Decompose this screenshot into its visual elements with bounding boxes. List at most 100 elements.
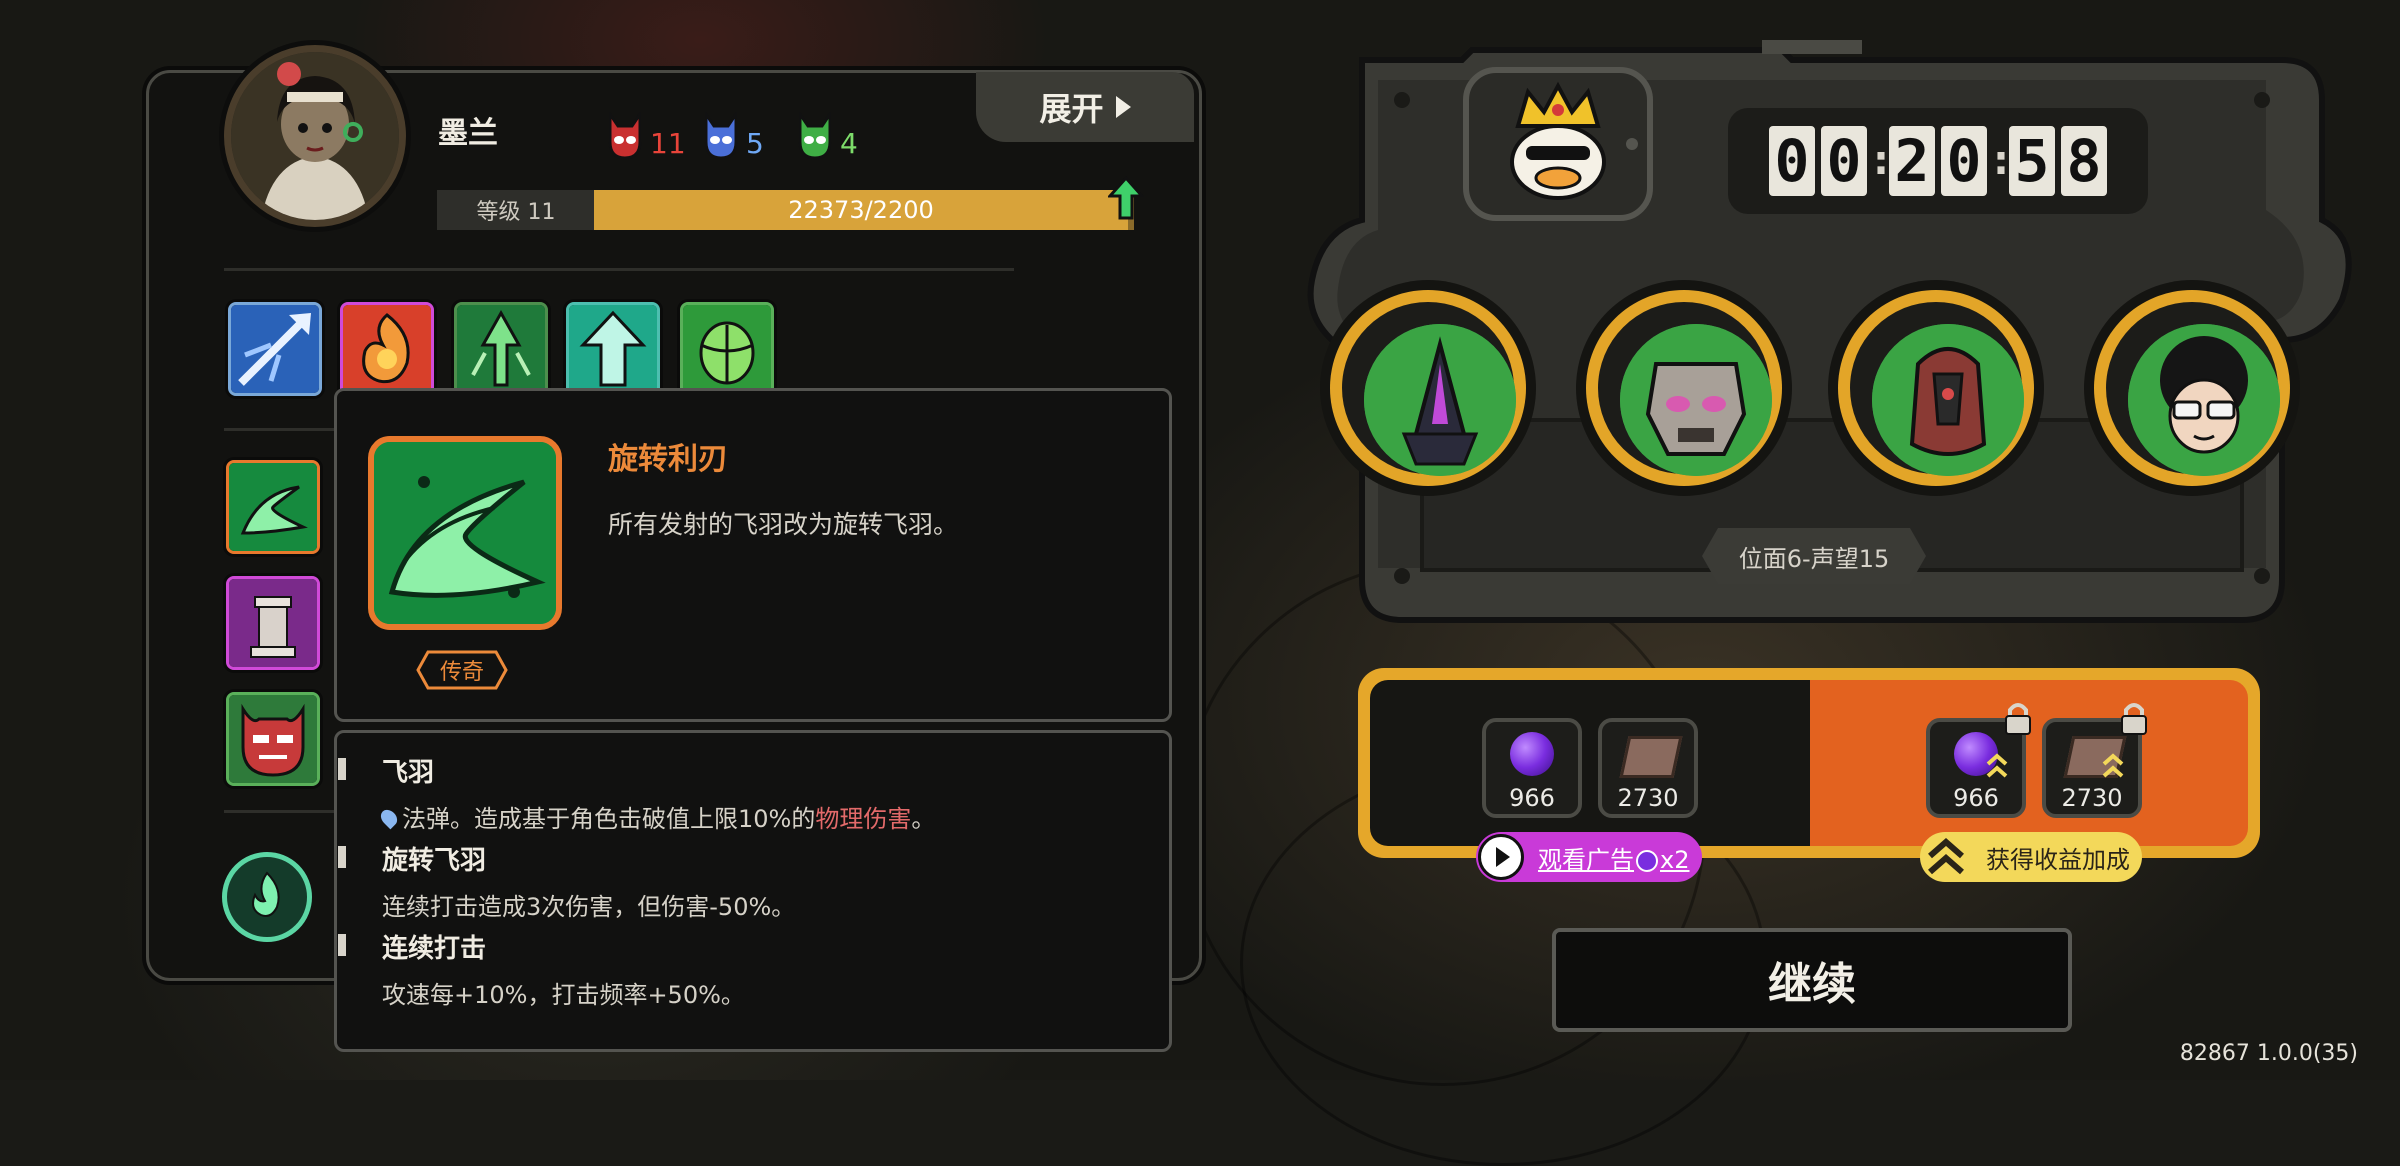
keyword-highlight: 物理伤害 xyxy=(815,805,912,833)
boost-chevron-icon xyxy=(1986,753,2008,778)
green-flame-skill-button[interactable] xyxy=(222,852,312,942)
stat-blue-value: 5 xyxy=(746,127,764,160)
reward-value: 966 xyxy=(1509,784,1555,812)
book-icon xyxy=(1619,736,1683,778)
dark-beak-icon xyxy=(1364,324,1516,476)
skill-slot-tree-arrow[interactable] xyxy=(566,302,660,396)
watch-ad-button[interactable]: 观看广告 x2 xyxy=(1476,832,1702,882)
ice-arrow-icon xyxy=(231,305,319,393)
keyword-marker xyxy=(338,934,346,956)
blue-mask-icon xyxy=(704,112,738,160)
purple-orb-icon xyxy=(1510,732,1554,776)
timer-digit: 0 xyxy=(1941,126,1987,196)
boss-slot-4[interactable] xyxy=(2094,290,2290,486)
skill-slot-green-arrows[interactable] xyxy=(454,302,548,396)
keyword-desc-end: 。 xyxy=(911,805,936,833)
reward-book: 2730 xyxy=(1598,718,1698,818)
keyword-marker xyxy=(338,846,346,868)
stat-red-value: 11 xyxy=(650,127,686,160)
tree-arrow-icon xyxy=(569,305,657,393)
reward-value: 2730 xyxy=(2061,784,2123,812)
base-reward-area xyxy=(1370,680,1810,846)
timer-colon: : xyxy=(1993,138,2009,184)
skill-slot-green-swirl[interactable] xyxy=(226,460,320,554)
boss-slot-3[interactable] xyxy=(1838,290,2034,486)
keyword-combo-hit: 连续打击 攻速每+10%，打击频率+50%。 xyxy=(382,928,745,1010)
level-label: 等级 11 xyxy=(437,190,595,230)
boss-portrait[interactable] xyxy=(1462,66,1654,222)
skill-slot-green-beetle[interactable] xyxy=(680,302,774,396)
spinning-blade-icon xyxy=(374,442,556,624)
tooltip-skill-icon xyxy=(368,436,562,630)
lock-icon xyxy=(2005,703,2031,735)
keyword-feather: 飞羽 法弹。造成基于角色击破值上限10%的物理伤害。 xyxy=(377,752,936,834)
red-mask-icon xyxy=(608,112,642,160)
stage-label: 位面6-声望15 xyxy=(1702,528,1926,584)
pillar-icon xyxy=(229,579,317,667)
timer-digit: 5 xyxy=(2009,126,2055,196)
arrow-right-icon xyxy=(1115,96,1131,118)
green-arrows-icon xyxy=(457,305,545,393)
rarity-badge: 传奇 xyxy=(416,650,508,690)
green-mask-icon xyxy=(798,112,832,160)
tooltip-description: 所有发射的飞羽改为旋转飞羽。 xyxy=(608,510,959,539)
divider xyxy=(224,268,1014,271)
keyword-desc: 法弹。造成基于角色击破值上限10%的物理伤害。 xyxy=(377,799,936,834)
skill-slot-demon-mask[interactable] xyxy=(226,692,320,786)
boost-label: 获得收益加成 xyxy=(1986,845,2130,874)
afro-glasses-icon xyxy=(2128,324,2280,476)
keyword-title: 旋转飞羽 xyxy=(382,846,487,876)
crowned-duck-icon xyxy=(1463,67,1653,221)
skill-slot-ice-arrow[interactable] xyxy=(228,302,322,396)
get-boost-button[interactable]: 获得收益加成 xyxy=(1920,832,2142,882)
stat-green-value: 4 xyxy=(840,127,858,160)
skill-slot-fire-spirit[interactable] xyxy=(340,302,434,396)
ad-multiplier: x2 xyxy=(1660,845,1690,874)
level-up-arrow-icon[interactable] xyxy=(1108,176,1144,220)
expand-button[interactable]: 展开 xyxy=(976,72,1194,142)
timer-digit: 0 xyxy=(1821,126,1867,196)
expand-label: 展开 xyxy=(1039,90,1104,128)
timer-digit: 2 xyxy=(1889,126,1935,196)
keyword-title: 连续打击 xyxy=(382,934,487,964)
purple-orb-icon xyxy=(1636,849,1658,872)
keyword-desc: 连续打击造成3次伤害，但伤害-50%。 xyxy=(382,893,796,921)
spell-drop-icon xyxy=(377,806,401,830)
timer-digit: 8 xyxy=(2061,126,2107,196)
stat-blue: 5 xyxy=(702,112,764,160)
divider xyxy=(224,428,334,431)
rarity-label: 传奇 xyxy=(439,660,484,685)
stat-green: 4 xyxy=(796,112,858,160)
continue-button[interactable]: 继续 xyxy=(1552,928,2072,1032)
green-swirl-icon xyxy=(229,463,317,551)
character-avatar[interactable] xyxy=(224,45,406,227)
green-beetle-icon xyxy=(683,305,771,393)
boosted-reward-book: 2730 xyxy=(2042,703,2147,818)
skill-slot-pillar[interactable] xyxy=(226,576,320,670)
timer-digit: 0 xyxy=(1769,126,1815,196)
double-chevron-icon xyxy=(1928,838,1964,875)
boss-slot-1[interactable] xyxy=(1330,290,1526,486)
keyword-marker xyxy=(338,758,346,780)
xp-text: 22373/2200 xyxy=(788,196,934,224)
keyword-title: 飞羽 xyxy=(382,758,435,788)
timer-colon: : xyxy=(1873,138,1889,184)
reward-orb: 966 xyxy=(1482,718,1582,818)
reward-value: 966 xyxy=(1953,784,1999,812)
fire-spirit-icon xyxy=(343,305,431,393)
demon-mask-icon xyxy=(229,695,317,783)
divider xyxy=(224,810,334,813)
version-label: 82867 1.0.0(35) xyxy=(2179,1041,2358,1066)
play-icon xyxy=(1478,834,1524,880)
armored-skull-icon xyxy=(1620,324,1772,476)
xp-bar: 22373/2200 xyxy=(594,190,1134,230)
lock-icon xyxy=(2121,703,2147,735)
reward-value: 2730 xyxy=(1617,784,1679,812)
keyword-spinning-feather: 旋转飞羽 连续打击造成3次伤害，但伤害-50%。 xyxy=(382,840,795,922)
hooded-warrior-icon xyxy=(1872,324,2024,476)
watch-ad-label: 观看广告 xyxy=(1538,845,1634,874)
countdown-timer: 0 0 : 2 0 : 5 8 xyxy=(1728,108,2148,214)
boss-slot-2[interactable] xyxy=(1586,290,1782,486)
boosted-reward-orb: 966 xyxy=(1926,703,2031,818)
boost-chevron-icon xyxy=(2102,753,2124,778)
